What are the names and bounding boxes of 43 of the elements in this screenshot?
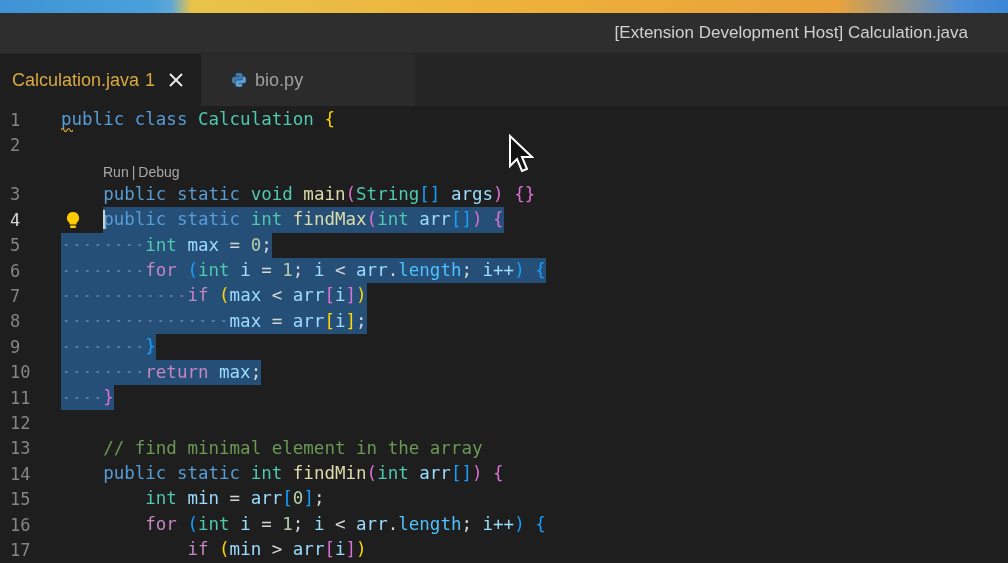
line-number: 2 [10, 135, 21, 156]
code-line: max = arr[i]; [61, 308, 367, 335]
codelens-link[interactable]: Debug [138, 163, 180, 180]
code-line: if (max < arr[i]) [61, 283, 367, 309]
close-icon[interactable] [169, 73, 184, 87]
code-line: for (int i = 1; i < arr.length; i++) { [61, 257, 546, 284]
line-number: 7 [10, 286, 21, 307]
code-line: public static int findMin(int arr[]) { [102, 462, 504, 486]
line-number: 6 [10, 260, 21, 281]
code-comment: // find minimal element in the array [102, 436, 483, 460]
code-line: if (min > arr[i]) [186, 538, 367, 562]
line-number: 4 [10, 209, 21, 230]
line-number: 14 [10, 463, 31, 484]
code-line: } [61, 384, 114, 411]
line-number: 10 [10, 362, 31, 383]
editor-tab[interactable]: bio.py [201, 54, 416, 106]
code-line: return max; [61, 359, 262, 385]
separator: | [131, 163, 136, 180]
line-number: 9 [10, 336, 21, 357]
line-number: 8 [10, 311, 21, 332]
line-number: 5 [10, 235, 21, 256]
python-file-icon [231, 72, 248, 88]
line-number: 3 [10, 184, 21, 205]
code-line: int min = arr[0]; [144, 487, 325, 511]
problem-count: 1 [145, 69, 156, 91]
line-number: 16 [10, 514, 31, 535]
code-line: for (int i = 1; i < arr.length; i++) { [144, 512, 546, 536]
window-title: [Extension Development Host] Calculation.java [614, 23, 968, 43]
code-line: public static int findMax(int arr[]) { [61, 207, 504, 233]
code-line: public class Calculation { [61, 107, 335, 133]
codelens-link[interactable]: Run [103, 163, 129, 180]
line-number: 11 [10, 387, 31, 408]
line-number: 15 [10, 489, 31, 510]
code-line: public static void main(String[] args) {} [102, 182, 536, 206]
code-line: int max = 0; [61, 232, 272, 258]
lightbulb-icon[interactable] [66, 211, 80, 230]
editor-tab[interactable]: Calculation.java 1 [0, 54, 202, 106]
code-line: } [61, 334, 156, 360]
line-number: 12 [10, 413, 31, 433]
line-number: 1 [10, 109, 21, 130]
mouse-pointer-icon [508, 134, 534, 174]
line-number: 13 [10, 438, 31, 459]
line-number: 17 [10, 539, 31, 560]
